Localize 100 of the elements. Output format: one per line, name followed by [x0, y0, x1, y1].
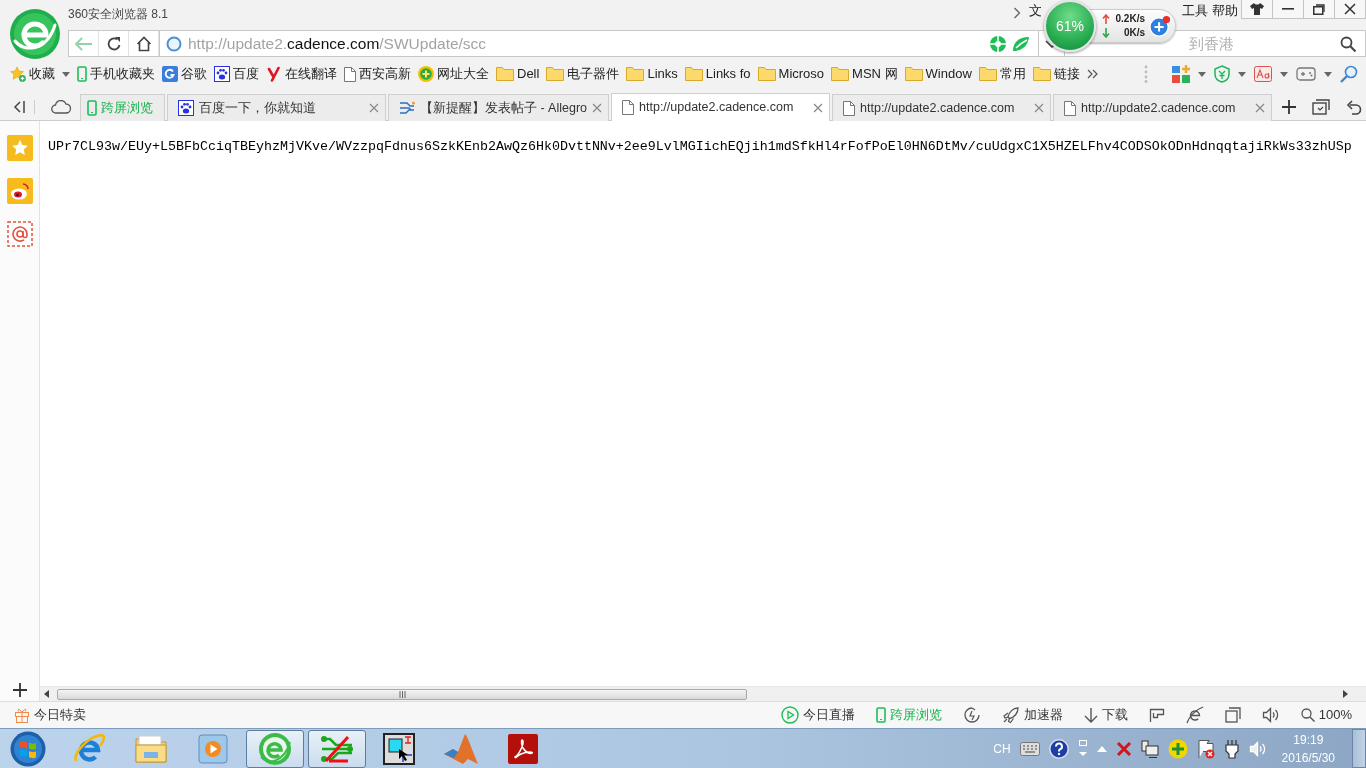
weibo-eye-icon[interactable] [6, 178, 33, 204]
menu-item[interactable]: 文 [1029, 3, 1042, 19]
phone-icon [875, 707, 886, 723]
double-chevron-icon[interactable] [1086, 69, 1099, 79]
y-mark-icon [266, 66, 282, 82]
folder-icon [978, 67, 997, 81]
close-button[interactable] [1334, 0, 1366, 19]
help-icon[interactable] [1048, 738, 1069, 759]
scroll-left-icon[interactable] [44, 690, 50, 698]
phone-icon [87, 100, 97, 116]
gift-icon [14, 707, 30, 723]
close-icon[interactable] [813, 102, 824, 113]
maximize-button[interactable] [1303, 0, 1335, 19]
page-icon [622, 100, 635, 115]
caret-icon[interactable] [62, 71, 70, 77]
aperture-icon[interactable] [990, 35, 1006, 52]
skin-button[interactable] [1241, 0, 1273, 19]
plus-circle-icon[interactable] [1167, 738, 1188, 759]
home-icon [135, 35, 152, 52]
caret-icon[interactable] [1324, 71, 1332, 77]
bookmark-item[interactable]: MSN 网 [831, 66, 898, 82]
bookmark-item[interactable]: 谷歌 [162, 66, 207, 82]
drag-handle-icon[interactable] [1144, 65, 1148, 83]
zoom-button[interactable]: 100% [1300, 707, 1352, 723]
network-icon[interactable] [1140, 739, 1159, 758]
bookmark-item[interactable]: 电子器件 [546, 66, 620, 82]
volume-icon[interactable] [1248, 740, 1267, 757]
bookmark-item[interactable]: Links [626, 66, 678, 82]
leaf-icon[interactable] [1012, 35, 1030, 52]
menu-item[interactable]: 帮助 [1212, 3, 1238, 19]
down-arrow-icon [1102, 28, 1110, 38]
at-sign-icon[interactable] [6, 221, 33, 247]
folder-icon [626, 67, 645, 81]
tab[interactable]: http://update2.cadence.com [611, 93, 831, 121]
caret-icon[interactable] [1198, 71, 1206, 77]
live-link[interactable]: 今日直播 [780, 706, 855, 724]
shield-icon[interactable] [1214, 65, 1230, 83]
folder-icon [831, 67, 850, 81]
bookmark-item[interactable]: 在线翻译 [266, 66, 337, 82]
undo-icon[interactable] [1346, 98, 1363, 115]
collapse-icon[interactable] [12, 99, 26, 114]
caret-icon[interactable] [1238, 71, 1246, 77]
flag-icon[interactable] [1148, 708, 1165, 722]
minimize-button[interactable] [1272, 0, 1304, 19]
e-icon[interactable] [1185, 706, 1204, 724]
tab-list-icon[interactable] [1312, 98, 1331, 115]
add-icon[interactable] [12, 683, 27, 697]
upload-speed: 0.2K/s [1114, 12, 1145, 26]
page-icon [1064, 100, 1077, 116]
tab[interactable]: http://update2.cadence.com [1053, 94, 1273, 121]
keyboard-icon[interactable] [1019, 741, 1040, 756]
bookmark-item[interactable]: 百度 [214, 66, 259, 82]
tab[interactable]: 【新提醒】发表帖子 - Allegro [388, 94, 610, 121]
plus-circle-icon[interactable] [1149, 15, 1171, 37]
font-box-icon[interactable] [1254, 66, 1272, 82]
star-icon [10, 66, 26, 82]
bookmark-item[interactable]: Window [904, 66, 972, 82]
peak-surface-icon [444, 733, 478, 764]
show-desktop-button[interactable] [1352, 729, 1366, 768]
apps-grid-icon[interactable] [1172, 65, 1190, 83]
search-icon [1300, 708, 1315, 722]
window-icon[interactable] [1224, 707, 1241, 723]
bookmark-item[interactable]: Microso [757, 66, 825, 82]
lightning-circle-icon[interactable] [962, 706, 981, 724]
flag-error-icon[interactable] [1196, 738, 1215, 759]
bookmark-item[interactable]: 西安高新 [344, 66, 411, 82]
e-logo-icon [73, 732, 105, 765]
close-icon[interactable] [369, 103, 379, 113]
download-button[interactable]: 下载 [1083, 707, 1128, 723]
down-arrow-icon [1083, 707, 1098, 723]
bookmark-item[interactable]: 链接 [1032, 66, 1080, 82]
window-switch-icon[interactable] [1077, 739, 1088, 758]
promo-link[interactable]: 今日特卖 [14, 707, 86, 723]
close-icon[interactable] [592, 103, 603, 113]
tab[interactable]: 百度一下，你就知道 [167, 94, 386, 121]
bookmark-item[interactable]: 网址大全 [418, 66, 489, 82]
power-plug-icon[interactable] [1223, 738, 1240, 759]
close-icon[interactable] [1255, 103, 1266, 113]
scroll-right-icon[interactable] [1342, 690, 1348, 698]
bookmark-item[interactable]: Dell [496, 66, 540, 82]
close-icon[interactable] [1034, 103, 1045, 113]
bookmark-item[interactable]: 常用 [978, 66, 1026, 82]
menu-item[interactable]: 工具 [1182, 3, 1208, 19]
bookmark-item[interactable]: 手机收藏夹 [77, 66, 155, 82]
bookmark-item[interactable]: 收藏 [10, 66, 55, 82]
new-tab-icon[interactable] [1282, 99, 1297, 114]
accelerator-button[interactable]: 加速器 [1001, 706, 1063, 724]
x-mark-icon[interactable] [1115, 740, 1132, 757]
cloud-icon[interactable] [51, 99, 71, 114]
speaker-icon[interactable] [1261, 707, 1280, 723]
scrollbar-thumb[interactable] [57, 688, 747, 700]
caret-icon[interactable] [1280, 71, 1288, 77]
page-icon [344, 66, 356, 82]
magnifier-icon[interactable] [1340, 65, 1358, 83]
address-field[interactable]: http://update2.cadence.com/SWUpdate/scc [159, 30, 1039, 57]
tab[interactable]: http://update2.cadence.com [832, 94, 1052, 121]
bookmark-item[interactable]: Links fo [684, 66, 751, 82]
gamepad-icon[interactable] [1296, 66, 1316, 82]
chevron-right-icon[interactable] [1013, 7, 1021, 19]
chip-cursor-icon [383, 732, 415, 765]
